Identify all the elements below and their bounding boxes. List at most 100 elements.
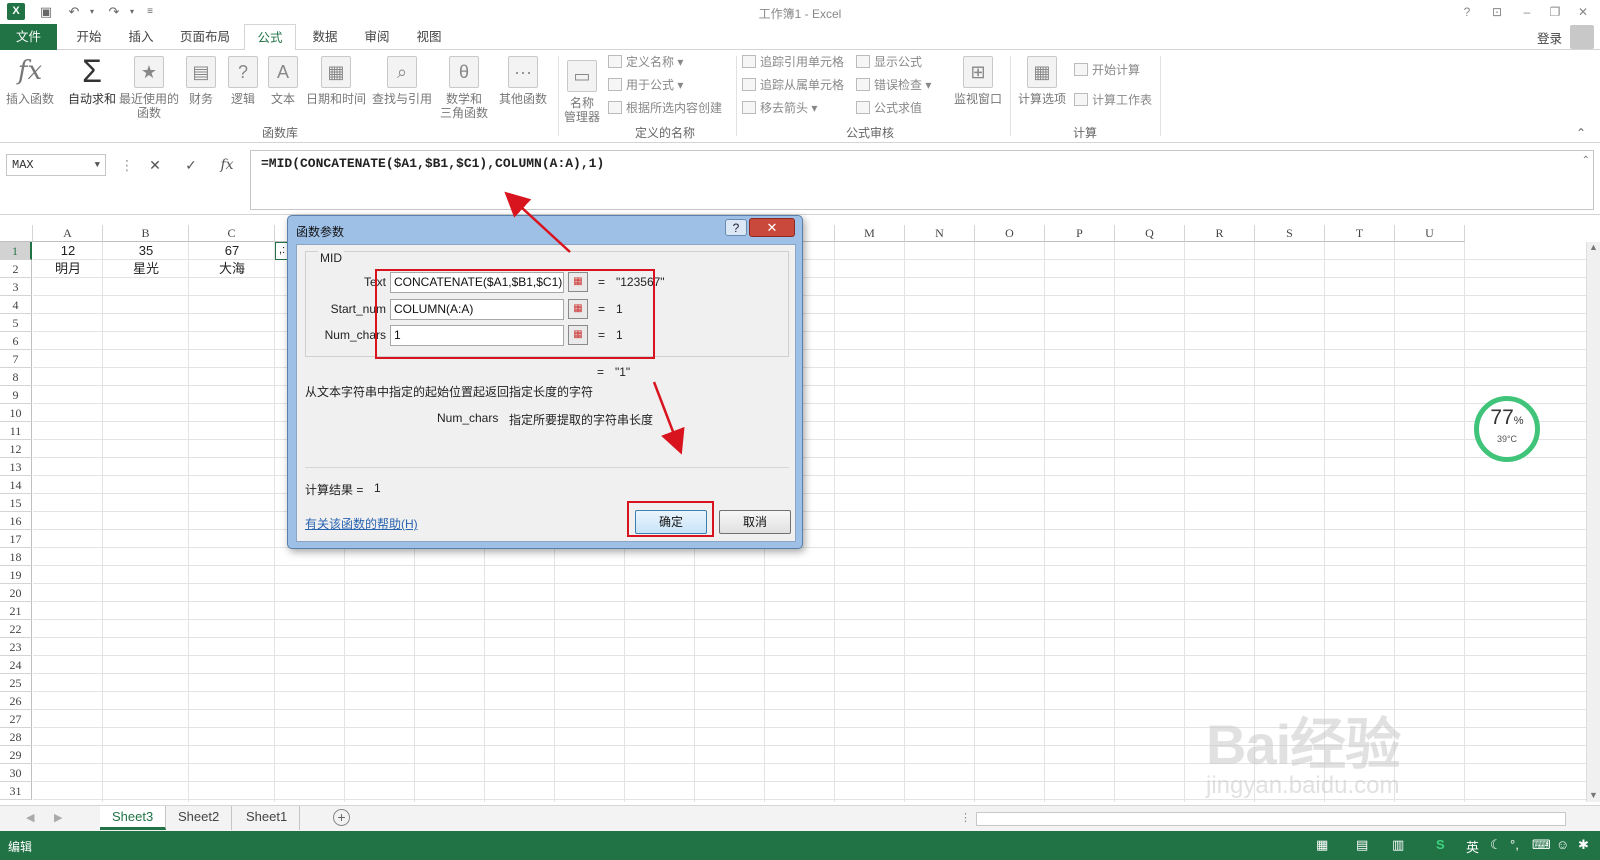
create-from-selection-button[interactable]: 根据所选内容创建 bbox=[608, 98, 722, 118]
tab-page-layout[interactable]: 页面布局 bbox=[172, 24, 238, 50]
sheet-tab-sheet3[interactable]: Sheet3 bbox=[100, 806, 167, 830]
row-header[interactable]: 29 bbox=[0, 746, 32, 764]
row-header[interactable]: 8 bbox=[0, 368, 32, 386]
expand-formula-bar-icon[interactable]: ⌃ bbox=[1582, 155, 1590, 166]
row-header[interactable]: 23 bbox=[0, 638, 32, 656]
cpu-gauge-widget[interactable]: 77% 39°C bbox=[1474, 396, 1540, 462]
name-box[interactable]: MAX ▼ bbox=[6, 154, 106, 176]
row-header[interactable]: 13 bbox=[0, 458, 32, 476]
row-header[interactable]: 11 bbox=[0, 422, 32, 440]
row-header[interactable]: 27 bbox=[0, 710, 32, 728]
sheet-tab-sheet2[interactable]: Sheet2 bbox=[166, 806, 233, 830]
row-header[interactable]: 21 bbox=[0, 602, 32, 620]
row-header[interactable]: 22 bbox=[0, 620, 32, 638]
row-header[interactable]: 17 bbox=[0, 530, 32, 548]
prev-sheet-icon[interactable]: ◀ bbox=[26, 811, 34, 824]
column-header[interactable]: U bbox=[1395, 225, 1465, 242]
calc-now-button[interactable]: 开始计算 bbox=[1074, 60, 1140, 80]
row-header[interactable]: 12 bbox=[0, 440, 32, 458]
column-header[interactable]: A bbox=[33, 225, 103, 242]
row-header[interactable]: 2 bbox=[0, 260, 32, 278]
tab-file[interactable]: 文件 bbox=[0, 24, 57, 50]
column-header[interactable]: P bbox=[1045, 225, 1115, 242]
autosum-button[interactable]: Σ 自动求和 bbox=[64, 55, 120, 106]
vertical-scrollbar[interactable]: ▲ ▼ bbox=[1586, 242, 1600, 802]
row-header[interactable]: 4 bbox=[0, 296, 32, 314]
keyboard-icon[interactable]: ⌨ bbox=[1532, 837, 1551, 853]
cell-c1[interactable]: 67 bbox=[189, 242, 275, 260]
add-sheet-icon[interactable]: + bbox=[333, 809, 350, 826]
watch-window-button[interactable]: ⊞ 监视窗口 bbox=[950, 56, 1006, 106]
remove-arrows-button[interactable]: 移去箭头 ▾ bbox=[742, 98, 817, 118]
ime-language[interactable]: 英 bbox=[1466, 837, 1479, 856]
show-formulas-button[interactable]: 显示公式 bbox=[856, 52, 922, 72]
column-header[interactable]: M bbox=[835, 225, 905, 242]
trace-precedents-button[interactable]: 追踪引用单元格 bbox=[742, 52, 844, 72]
minimize-icon[interactable]: – bbox=[1516, 3, 1538, 21]
calc-options-button[interactable]: ▦ 计算选项 bbox=[1014, 56, 1070, 106]
column-header[interactable]: T bbox=[1325, 225, 1395, 242]
moon-icon[interactable]: ☾ bbox=[1490, 837, 1502, 853]
row-header[interactable]: 10 bbox=[0, 404, 32, 422]
column-header[interactable]: C bbox=[189, 225, 275, 242]
tab-home[interactable]: 开始 bbox=[66, 24, 112, 50]
row-header[interactable]: 24 bbox=[0, 656, 32, 674]
sheet-tab-sheet1[interactable]: Sheet1 bbox=[234, 806, 301, 830]
tab-insert[interactable]: 插入 bbox=[118, 24, 164, 50]
chevron-down-icon[interactable]: ▼ bbox=[95, 155, 100, 175]
math-trig-button[interactable]: θ 数学和 三角函数 bbox=[438, 56, 490, 120]
cell-c2[interactable]: 大海 bbox=[189, 260, 275, 278]
lookup-button[interactable]: ⌕ 查找与引用 bbox=[370, 56, 434, 106]
use-in-formula-button[interactable]: 用于公式 ▾ bbox=[608, 75, 683, 95]
column-header[interactable]: N bbox=[905, 225, 975, 242]
trace-dependents-button[interactable]: 追踪从属单元格 bbox=[742, 75, 844, 95]
column-header[interactable]: B bbox=[103, 225, 189, 242]
dialog-help-button[interactable]: ? bbox=[725, 219, 747, 236]
tab-view[interactable]: 视图 bbox=[406, 24, 452, 50]
user-icon[interactable]: ☺ bbox=[1556, 837, 1569, 852]
formula-input[interactable]: =MID(CONCATENATE($A1,$B1,$C1),COLUMN(A:A… bbox=[250, 150, 1594, 210]
row-header[interactable]: 1 bbox=[0, 242, 32, 260]
tab-data[interactable]: 数据 bbox=[302, 24, 348, 50]
error-checking-button[interactable]: 错误检查 ▾ bbox=[856, 75, 931, 95]
row-header[interactable]: 5 bbox=[0, 314, 32, 332]
select-all-corner[interactable] bbox=[0, 225, 33, 242]
row-header[interactable]: 3 bbox=[0, 278, 32, 296]
column-header[interactable]: Q bbox=[1115, 225, 1185, 242]
login-link[interactable]: 登录 bbox=[1537, 28, 1562, 47]
next-sheet-icon[interactable]: ▶ bbox=[54, 811, 62, 824]
row-header[interactable]: 31 bbox=[0, 782, 32, 800]
confirm-entry-icon[interactable]: ✓ bbox=[176, 154, 206, 176]
function-help-link[interactable]: 有关该函数的帮助(H) bbox=[305, 515, 418, 532]
row-header[interactable]: 6 bbox=[0, 332, 32, 350]
row-header[interactable]: 15 bbox=[0, 494, 32, 512]
cancel-entry-icon[interactable]: ✕ bbox=[140, 154, 170, 176]
define-name-button[interactable]: 定义名称 ▾ bbox=[608, 52, 683, 72]
restore-icon[interactable]: ❐ bbox=[1544, 3, 1566, 21]
financial-button[interactable]: ▤ 财务 bbox=[184, 56, 218, 106]
row-header[interactable]: 18 bbox=[0, 548, 32, 566]
settings-icon[interactable]: ✱ bbox=[1578, 837, 1589, 853]
horizontal-scrollbar[interactable] bbox=[976, 812, 1566, 826]
page-break-view-icon[interactable]: ▥ bbox=[1392, 837, 1404, 853]
recent-functions-button[interactable]: ★ 最近使用的 函数 bbox=[118, 56, 180, 120]
cell-a2[interactable]: 明月 bbox=[33, 260, 103, 278]
row-header[interactable]: 25 bbox=[0, 674, 32, 692]
column-header[interactable]: R bbox=[1185, 225, 1255, 242]
row-header[interactable]: 19 bbox=[0, 566, 32, 584]
evaluate-formula-button[interactable]: 公式求值 bbox=[856, 98, 922, 118]
column-header[interactable]: O bbox=[975, 225, 1045, 242]
row-header[interactable]: 26 bbox=[0, 692, 32, 710]
tab-formulas[interactable]: 公式 bbox=[244, 24, 296, 51]
page-layout-view-icon[interactable]: ▤ bbox=[1356, 837, 1368, 853]
tab-review[interactable]: 审阅 bbox=[354, 24, 400, 50]
datetime-button[interactable]: ▦ 日期和时间 bbox=[304, 56, 368, 106]
normal-view-icon[interactable]: ▦ bbox=[1316, 837, 1328, 853]
column-header[interactable]: S bbox=[1255, 225, 1325, 242]
more-functions-button[interactable]: ··· 其他函数 bbox=[494, 56, 552, 106]
ribbon-display-icon[interactable]: ⊡ bbox=[1486, 3, 1508, 21]
row-header[interactable]: 30 bbox=[0, 764, 32, 782]
row-header[interactable]: 14 bbox=[0, 476, 32, 494]
row-header[interactable]: 28 bbox=[0, 728, 32, 746]
close-icon[interactable]: ✕ bbox=[1572, 3, 1594, 21]
